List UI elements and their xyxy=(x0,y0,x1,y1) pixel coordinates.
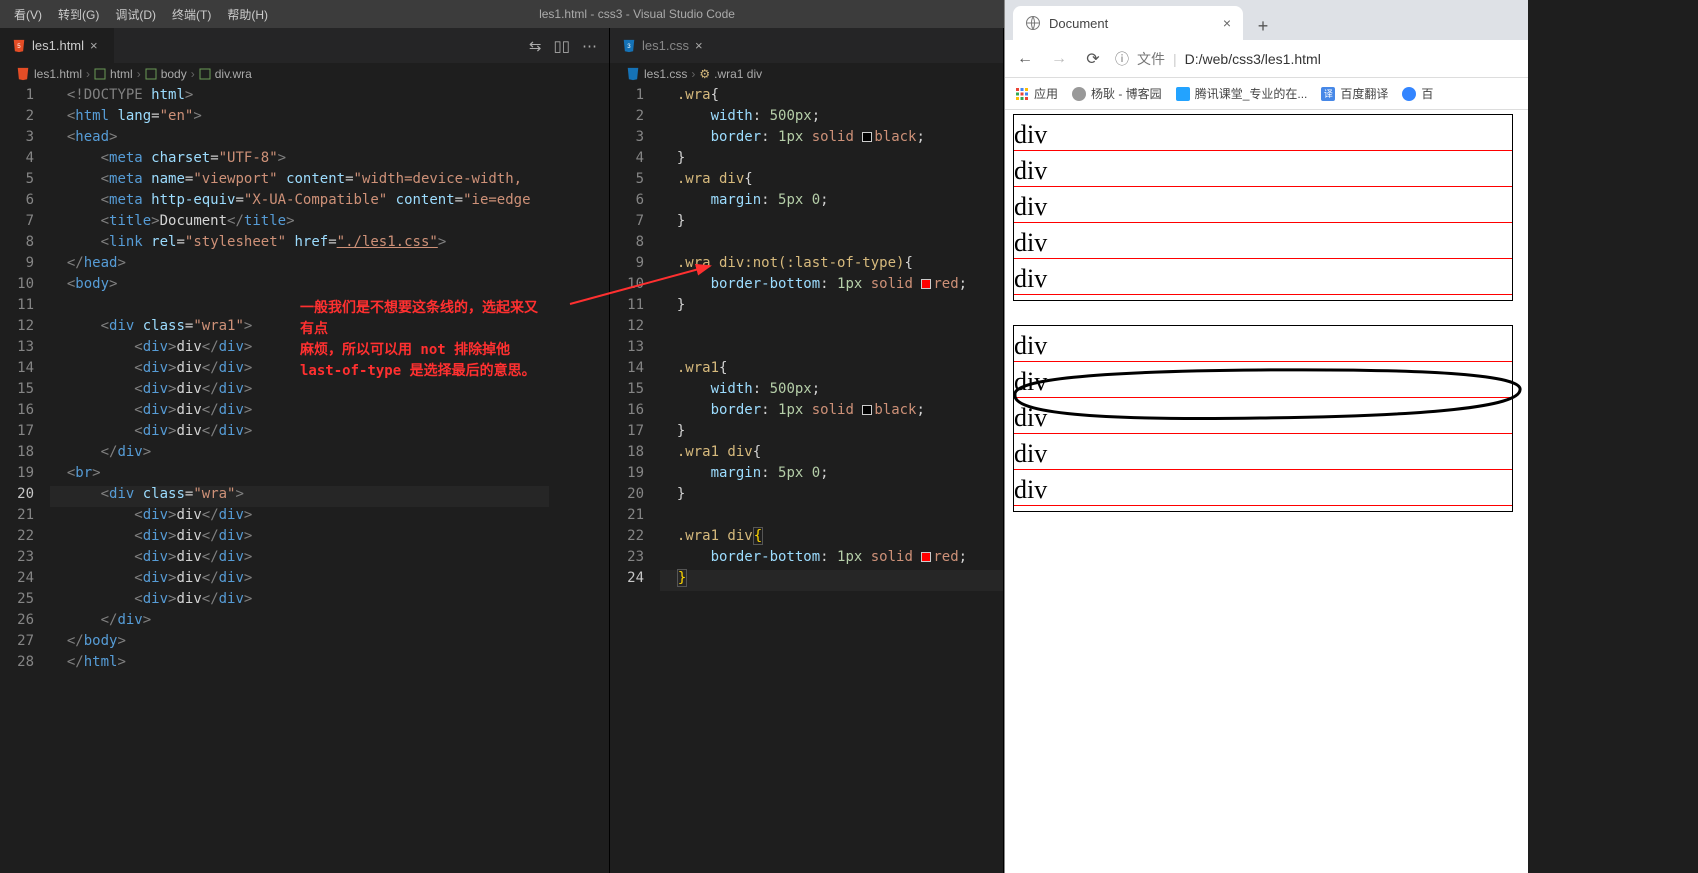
svg-text:5: 5 xyxy=(17,42,21,49)
rendered-div: div xyxy=(1014,331,1512,362)
bookmark-icon: 译 xyxy=(1321,87,1335,101)
back-button[interactable]: ← xyxy=(1013,47,1037,71)
reload-button[interactable]: ⟳ xyxy=(1081,47,1105,71)
rendered-div: div xyxy=(1014,403,1512,434)
rendered-div: div xyxy=(1014,120,1512,151)
tab-label: les1.html xyxy=(32,38,84,53)
svg-text:3: 3 xyxy=(627,42,631,49)
gutter: 123456789101112131415161718192021222324 xyxy=(610,85,660,873)
forward-button[interactable]: → xyxy=(1047,47,1071,71)
rendered-div: div xyxy=(1014,439,1512,470)
bookmark-icon xyxy=(1402,87,1416,101)
url-text: D:/web/css3/les1.html xyxy=(1185,51,1321,67)
code-area-css[interactable]: 123456789101112131415161718192021222324 … xyxy=(610,85,1003,873)
more-icon[interactable]: ⋯ xyxy=(582,37,597,55)
rendered-div: div xyxy=(1014,192,1512,223)
breadcrumb-left[interactable]: les1.html› html› body› div.wra xyxy=(0,63,609,85)
code-lines[interactable]: .wra{ width: 500px; border: 1px solid bl… xyxy=(660,85,1003,873)
bookmark-3[interactable]: 译百度翻译 xyxy=(1321,85,1388,102)
close-icon[interactable]: × xyxy=(695,38,707,53)
window-title: les1.html - css3 - Visual Studio Code xyxy=(276,7,998,21)
close-icon[interactable]: × xyxy=(1223,15,1231,31)
bookmark-2[interactable]: 腾讯课堂_专业的在... xyxy=(1176,85,1308,102)
breadcrumb-right[interactable]: les1.css› ⚙ .wra1 div xyxy=(610,63,1003,85)
element-icon xyxy=(199,68,211,80)
editor-area: 5 les1.html × ⇆ ▯▯ ⋯ les1.html› html› bo… xyxy=(0,28,1004,873)
menu-goto[interactable]: 转到(G) xyxy=(50,6,107,23)
new-tab-button[interactable]: + xyxy=(1249,12,1277,40)
editor-pane-html: 5 les1.html × ⇆ ▯▯ ⋯ les1.html› html› bo… xyxy=(0,28,610,873)
element-icon xyxy=(145,68,157,80)
tab-les1-css[interactable]: 3 les1.css × xyxy=(610,28,719,63)
tabs-right: 3 les1.css × xyxy=(610,28,1003,63)
rendered-div: div xyxy=(1014,475,1512,506)
gutter: 1234567891011121314151617181920212223242… xyxy=(0,85,50,873)
rendered-div: div xyxy=(1014,367,1512,398)
close-icon[interactable]: × xyxy=(90,38,102,53)
bookmark-icon xyxy=(1072,87,1086,101)
address-bar[interactable]: ⓘ 文件 | D:/web/css3/les1.html xyxy=(1115,49,1520,69)
rendered-wra: div div div div div xyxy=(1013,325,1513,512)
rendered-wra1: div div div div div xyxy=(1013,114,1513,301)
editor-pane-css: 3 les1.css × les1.css› ⚙ .wra1 div 12345… xyxy=(610,28,1004,873)
browser-toolbar: ← → ⟳ ⓘ 文件 | D:/web/css3/les1.html xyxy=(1005,40,1528,78)
globe-icon xyxy=(1025,15,1041,31)
css-file-icon xyxy=(626,67,640,81)
browser-window: Document × + ← → ⟳ ⓘ 文件 | D:/web/css3/le… xyxy=(1004,0,1528,873)
rendered-div: div xyxy=(1014,156,1512,187)
browser-tab-strip: Document × + xyxy=(1005,0,1528,40)
info-icon[interactable]: ⓘ xyxy=(1115,49,1129,69)
menu-bar: 看(V) 转到(G) 调试(D) 终端(T) 帮助(H) les1.html -… xyxy=(0,0,1004,28)
browser-viewport: div div div div div div div div div div xyxy=(1005,110,1528,873)
tab-les1-html[interactable]: 5 les1.html × xyxy=(0,28,114,63)
bookmarks-bar: 应用 杨耿 - 博客园 腾讯课堂_专业的在... 译百度翻译 百 xyxy=(1005,78,1528,110)
html-file-icon xyxy=(16,67,30,81)
apps-icon xyxy=(1015,87,1029,101)
apps-button[interactable]: 应用 xyxy=(1015,85,1058,102)
html-file-icon: 5 xyxy=(12,39,26,53)
css-file-icon: 3 xyxy=(622,39,636,53)
code-area-html[interactable]: 1234567891011121314151617181920212223242… xyxy=(0,85,609,873)
rendered-div: div xyxy=(1014,264,1512,295)
minimap[interactable] xyxy=(549,85,609,873)
split-icon[interactable]: ▯▯ xyxy=(553,37,570,55)
tab-label: les1.css xyxy=(642,38,689,53)
element-icon xyxy=(94,68,106,80)
browser-tab[interactable]: Document × xyxy=(1013,6,1243,40)
menu-terminal[interactable]: 终端(T) xyxy=(164,6,219,23)
menu-help[interactable]: 帮助(H) xyxy=(219,6,276,23)
bookmark-icon xyxy=(1176,87,1190,101)
code-lines[interactable]: <!DOCTYPE html> <html lang="en"> <head> … xyxy=(50,85,549,873)
menu-debug[interactable]: 调试(D) xyxy=(107,6,164,23)
compare-icon[interactable]: ⇆ xyxy=(529,37,542,55)
browser-tab-title: Document xyxy=(1049,16,1108,31)
bookmark-4[interactable]: 百 xyxy=(1402,85,1433,102)
rendered-div: div xyxy=(1014,228,1512,259)
annotation-text: 一般我们是不想要这条线的，选起来又有点 麻烦，所以可以用 not 排除掉他 la… xyxy=(300,298,549,382)
vscode-window: 看(V) 转到(G) 调试(D) 终端(T) 帮助(H) les1.html -… xyxy=(0,0,1004,873)
bookmark-1[interactable]: 杨耿 - 博客园 xyxy=(1072,85,1162,102)
menu-view[interactable]: 看(V) xyxy=(6,6,50,23)
tabs-left: 5 les1.html × ⇆ ▯▯ ⋯ xyxy=(0,28,609,63)
